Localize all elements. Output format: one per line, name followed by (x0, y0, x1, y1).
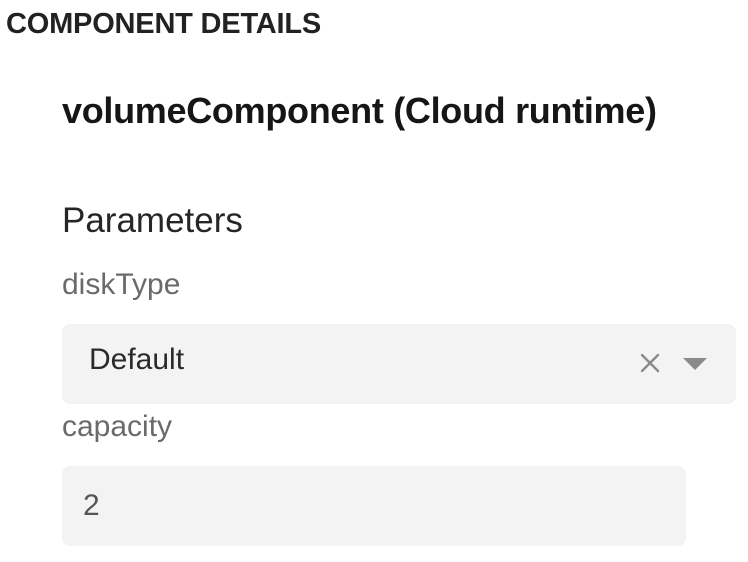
close-icon[interactable] (639, 352, 661, 374)
disk-type-select[interactable]: Default (62, 324, 736, 404)
capacity-input[interactable] (62, 466, 686, 546)
section-title: COMPONENT DETAILS (6, 8, 322, 40)
disk-type-label: diskType (62, 268, 181, 301)
capacity-label: capacity (62, 410, 173, 443)
chevron-down-icon[interactable] (682, 356, 708, 372)
parameters-heading: Parameters (62, 201, 243, 240)
component-title: volumeComponent (Cloud runtime) (62, 90, 657, 131)
component-details-panel: COMPONENT DETAILS volumeComponent (Cloud… (0, 0, 748, 562)
disk-type-selected-value: Default (89, 343, 185, 376)
capacity-field-container (62, 466, 686, 546)
